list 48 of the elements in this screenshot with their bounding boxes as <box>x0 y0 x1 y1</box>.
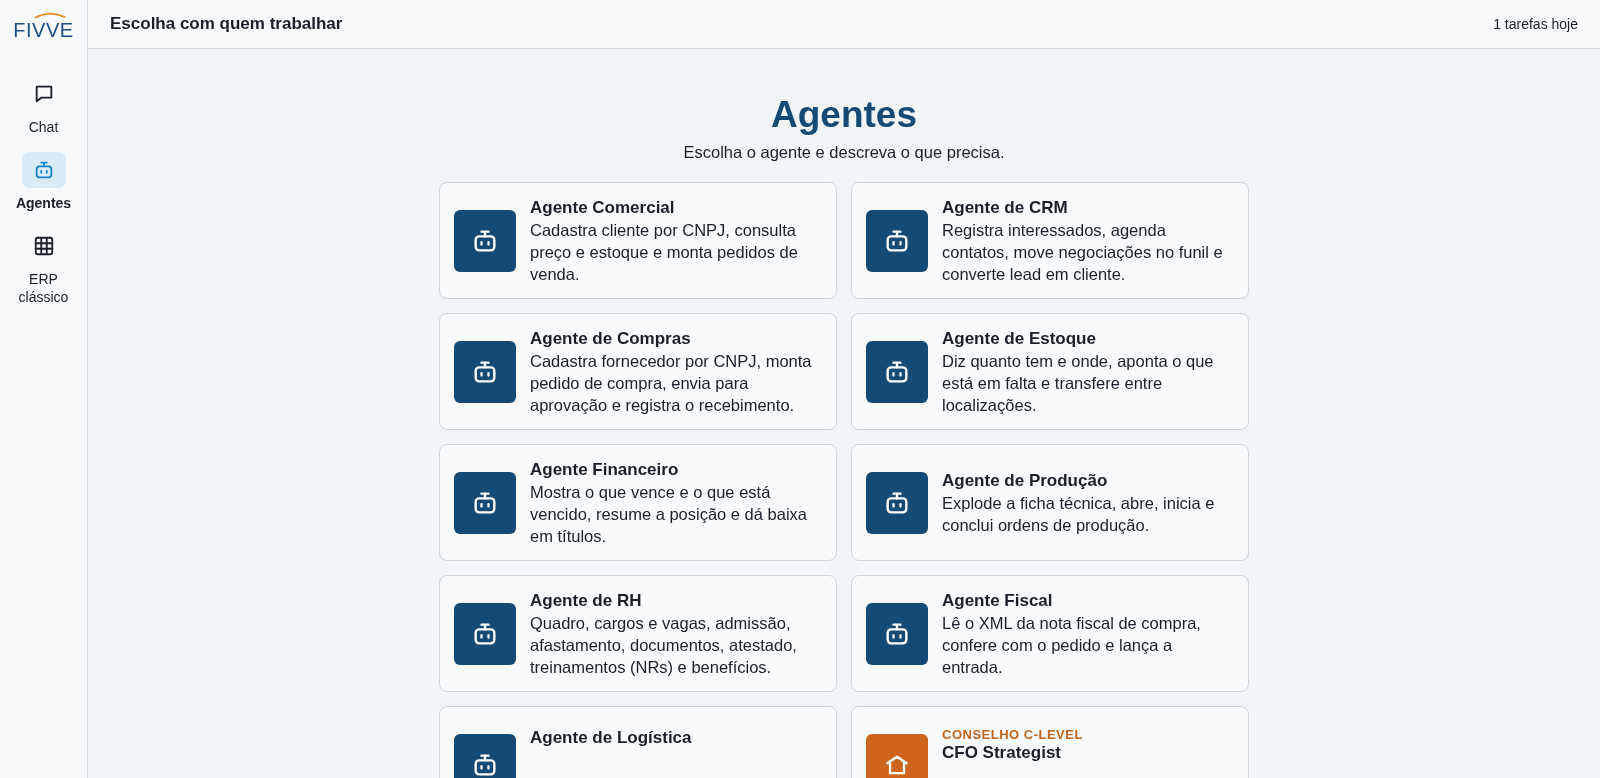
agent-name: Agente de Estoque <box>942 327 1097 350</box>
robot-icon <box>454 602 516 665</box>
agent-card[interactable]: Agente de Compras Cadastra fornecedor por CNPJ, monta pedido de compra, envia para aprovação e registra o recebimento. <box>439 313 837 430</box>
agent-name: Agente de Compras <box>530 327 692 350</box>
agent-name: Agente de RH <box>530 589 643 612</box>
agent-description: Explode a ficha técnica, abre, inicia e conclui ordens de produção. <box>942 492 1216 536</box>
agent-card[interactable]: CONSELHO C-LEVEL CFO Strategist <box>851 706 1249 778</box>
agent-card[interactable]: Agente de Logística <box>439 706 837 778</box>
robot-icon <box>454 471 516 534</box>
robot-icon <box>866 209 928 272</box>
agent-name: CFO Strategist <box>942 742 1063 764</box>
agent-description: Lê o XML da nota fiscal de compra, confere com o pedido e lança a entrada. <box>942 612 1202 678</box>
agent-card[interactable]: Agente de Estoque Diz quanto tem e onde, aponta o que está em falta e transfere entre localizações. <box>851 313 1249 430</box>
logo-arc-icon <box>33 12 68 19</box>
page-subtitle: Escolha o agente e descreva o que precisa. <box>683 143 1005 162</box>
agent-name: Agente de CRM <box>942 196 1069 219</box>
agent-card[interactable]: Agente Financeiro Mostra o que vence e o que está vencido, resume a posição e dá baixa em títulos. <box>439 444 837 561</box>
agent-card[interactable]: Agente de Produção Explode a ficha técnica, abre, inicia e conclui ordens de produção. <box>851 444 1249 561</box>
robot-icon <box>866 602 928 665</box>
nav-item[interactable]: Chat <box>8 76 79 136</box>
nav-item[interactable]: ERP clássico <box>8 228 79 306</box>
agent-card[interactable]: Agente Fiscal Lê o XML da nota fiscal de compra, confere com o pedido e lança a entrada. <box>851 575 1249 692</box>
agent-name: Agente de Logística <box>530 727 692 749</box>
agent-name: Agente Comercial <box>530 196 676 219</box>
agent-card[interactable]: Agente Comercial Cadastra cliente por CNPJ, consulta preço e estoque e monta pedidos de venda. <box>439 182 837 299</box>
nav-item[interactable]: Agentes <box>8 152 79 212</box>
agent-description: Cadastra fornecedor por CNPJ, monta pedido de compra, envia para aprovação e registra o recebimento. <box>530 350 813 416</box>
agent-description: Mostra o que vence e o que está vencido, resume a posição e dá baixa em títulos. <box>530 481 808 547</box>
tasks-count: 1 tarefas hoje <box>1493 16 1578 32</box>
robot-icon <box>866 471 928 534</box>
agent-name: Agente de Produção <box>942 469 1109 492</box>
robot-icon <box>454 733 516 778</box>
robot-icon <box>454 340 516 403</box>
robot-icon <box>454 209 516 272</box>
agent-card[interactable]: Agente de CRM Registra interessados, agenda contatos, move negociações no funil e converte lead em cliente. <box>851 182 1249 299</box>
agent-card[interactable]: Agente de RH Quadro, cargos e vagas, admissão, afastamento, documentos, atestado, treinamentos (NRs) e benefícios. <box>439 575 837 692</box>
house-icon <box>866 733 928 778</box>
agent-description: Diz quanto tem e onde, aponta o que está em falta e transfere entre localizações. <box>942 350 1215 416</box>
agent-description: Cadastra cliente por CNPJ, consulta preço e estoque e monta pedidos de venda. <box>530 219 799 285</box>
logo-text: FIVVE <box>13 20 74 40</box>
page-title: Agentes <box>771 93 917 137</box>
agent-name: Agente Fiscal <box>942 589 1054 612</box>
page-header-title: Escolha com quem trabalhar <box>110 14 343 34</box>
agent-name: Agente Financeiro <box>530 458 680 481</box>
card-eyebrow: CONSELHO C-LEVEL <box>942 727 1083 742</box>
agent-description: Quadro, cargos e vagas, admissão, afastamento, documentos, atestado, treinamentos (NRs) e benefícios. <box>530 612 798 678</box>
agent-description: Registra interessados, agenda contatos, move negociações no funil e converte lead em cliente. <box>942 219 1224 285</box>
robot-icon <box>866 340 928 403</box>
